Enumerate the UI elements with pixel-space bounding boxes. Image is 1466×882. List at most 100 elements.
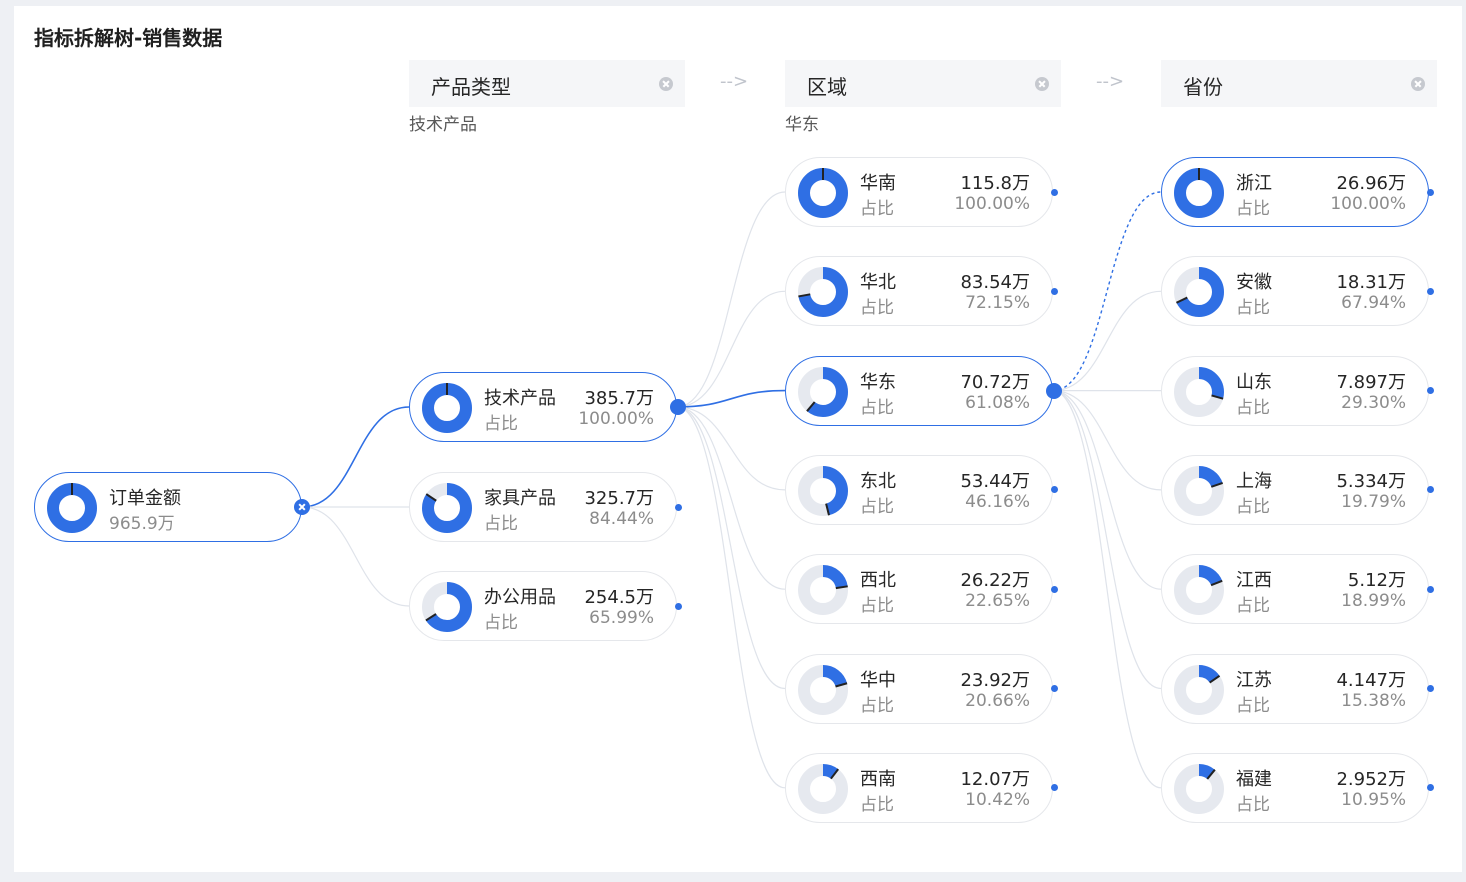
level-header-product-type[interactable]: 产品类型 [409, 60, 685, 107]
expand-dot[interactable] [1426, 387, 1434, 395]
node-percent: 72.15% [965, 293, 1030, 314]
tree-link [1052, 290, 1162, 392]
expand-dot[interactable] [1050, 486, 1058, 494]
ratio-donut-icon [798, 565, 848, 616]
expand-dot[interactable] [1426, 486, 1434, 494]
node-ratio-label: 占比 [1236, 596, 1270, 617]
region-node[interactable]: 华北 占比 83.54万 72.15% [785, 256, 1053, 327]
node-name: 西南 [860, 768, 896, 790]
node-percent: 10.42% [965, 789, 1030, 810]
level-header-label: 区域 [807, 75, 847, 99]
ratio-donut-icon [798, 267, 848, 318]
decomposition-tree-panel: 指标拆解树-销售数据 产品类型 技术产品 --> 区域 华东 --> 省份 订单… [14, 6, 1462, 872]
node-percent: 10.95% [1341, 789, 1406, 810]
expand-dot[interactable] [1046, 382, 1062, 399]
tree-link [676, 406, 786, 789]
ratio-donut-icon [1174, 565, 1224, 616]
node-value: 53.44万 [960, 470, 1030, 492]
node-name: 华南 [860, 173, 896, 194]
node-value: 12.07万 [960, 768, 1030, 790]
node-value: 26.96万 [1336, 173, 1406, 194]
ratio-donut-icon [1174, 366, 1224, 417]
level-header-region[interactable]: 区域 [785, 60, 1061, 107]
node-ratio-label: 占比 [860, 496, 894, 517]
province-node[interactable]: 安徽 占比 18.31万 67.94% [1161, 256, 1429, 327]
province-node[interactable]: 山东 占比 7.897万 29.30% [1161, 355, 1429, 426]
node-name: 华中 [860, 669, 896, 691]
expand-dot[interactable] [1050, 685, 1058, 692]
ratio-donut-icon [798, 763, 848, 814]
level-header-province[interactable]: 省份 [1161, 60, 1437, 107]
expand-dot[interactable] [1426, 784, 1434, 792]
expand-dot[interactable] [1050, 784, 1058, 792]
expand-dot[interactable] [1426, 585, 1434, 593]
province-node[interactable]: 江西 占比 5.12万 18.99% [1161, 554, 1429, 625]
region-node[interactable]: 华中 占比 23.92万 20.66% [785, 653, 1053, 724]
node-name: 办公用品 [484, 587, 556, 608]
node-value: 254.5万 [584, 587, 654, 608]
node-value: 2.952万 [1336, 768, 1406, 790]
node-percent: 18.99% [1341, 591, 1406, 612]
close-icon[interactable] [1035, 77, 1049, 91]
level-header-label: 产品类型 [431, 75, 511, 99]
node-name: 福建 [1236, 768, 1272, 790]
node-value: 26.22万 [960, 570, 1030, 592]
province-node[interactable]: 江苏占比 4.147万 15.38% [1161, 653, 1429, 724]
node-name: 订单金额 [109, 488, 181, 509]
node-ratio-label: 占比 [1236, 794, 1270, 815]
province-node[interactable]: 福建占比 2.952万 10.95% [1161, 752, 1429, 823]
expand-dot[interactable] [1050, 188, 1058, 196]
expand-dot[interactable] [1050, 287, 1058, 295]
node-value: 4.147万 [1336, 669, 1406, 691]
node-value: 385.7万 [584, 388, 654, 409]
expand-dot[interactable] [674, 602, 682, 610]
tree-link [676, 191, 786, 408]
node-value: 83.54万 [960, 272, 1030, 294]
close-icon[interactable] [659, 77, 673, 91]
ratio-donut-icon [1174, 664, 1224, 715]
tree-link [1052, 390, 1162, 590]
node-name: 东北 [860, 470, 896, 492]
node-percent: 65.99% [589, 608, 654, 628]
node-ratio-label: 占比 [860, 596, 894, 617]
expand-dot[interactable] [1426, 287, 1434, 295]
node-percent: 29.30% [1341, 392, 1406, 413]
node-name: 华东 [860, 371, 896, 393]
ratio-donut-icon [1174, 465, 1224, 516]
expand-dot[interactable] [1426, 188, 1434, 196]
expand-dot[interactable] [1426, 685, 1434, 692]
region-node[interactable]: 西南 占比 12.07万 10.42% [785, 752, 1053, 823]
close-icon[interactable] [1411, 77, 1425, 91]
region-node[interactable]: 华东 占比 70.72万 61.08% [785, 355, 1053, 426]
expand-dot[interactable] [1050, 585, 1058, 593]
expand-dot[interactable] [674, 503, 682, 511]
collapse-x-icon[interactable] [294, 499, 310, 515]
province-node[interactable]: 浙江 占比 26.96万 100.00% [1161, 157, 1429, 227]
node-name: 江苏 [1236, 669, 1272, 691]
node-ratio-label: 占比 [860, 199, 894, 219]
tree-link [301, 406, 410, 508]
node-ratio-label: 占比 [1236, 199, 1270, 219]
node-name: 家具产品 [484, 488, 556, 509]
tree-link [1052, 191, 1162, 392]
level-header-label: 省份 [1183, 75, 1223, 99]
node-percent: 19.79% [1341, 491, 1406, 512]
node-percent: 15.38% [1341, 690, 1406, 711]
node-ratio-label: 占比 [1236, 695, 1270, 716]
tree-link [1052, 390, 1162, 690]
region-node[interactable]: 华南 占比 115.8万 100.00% [785, 157, 1053, 227]
node-ratio-label: 占比 [860, 298, 894, 319]
product-type-node[interactable]: 办公用品 占比 254.5万 65.99% [409, 571, 677, 641]
province-node[interactable]: 上海 占比 5.334万 19.79% [1161, 454, 1429, 525]
node-value: 23.92万 [960, 669, 1030, 691]
region-node[interactable]: 东北 占比 53.44万 46.16% [785, 454, 1053, 525]
product-type-node[interactable]: 技术产品 占比 385.7万 100.00% [409, 372, 677, 442]
node-value: 965.9万 [109, 514, 175, 534]
ratio-donut-icon [1174, 168, 1224, 218]
expand-dot[interactable] [670, 399, 686, 415]
region-node[interactable]: 西北 占比 26.22万 22.65% [785, 554, 1053, 625]
arrow-right-icon: --> [1096, 71, 1125, 92]
root-node[interactable]: 订单金额 965.9万 [34, 472, 302, 542]
tree-link [1052, 390, 1162, 789]
product-type-node[interactable]: 家具产品 占比 325.7万 84.44% [409, 472, 677, 542]
